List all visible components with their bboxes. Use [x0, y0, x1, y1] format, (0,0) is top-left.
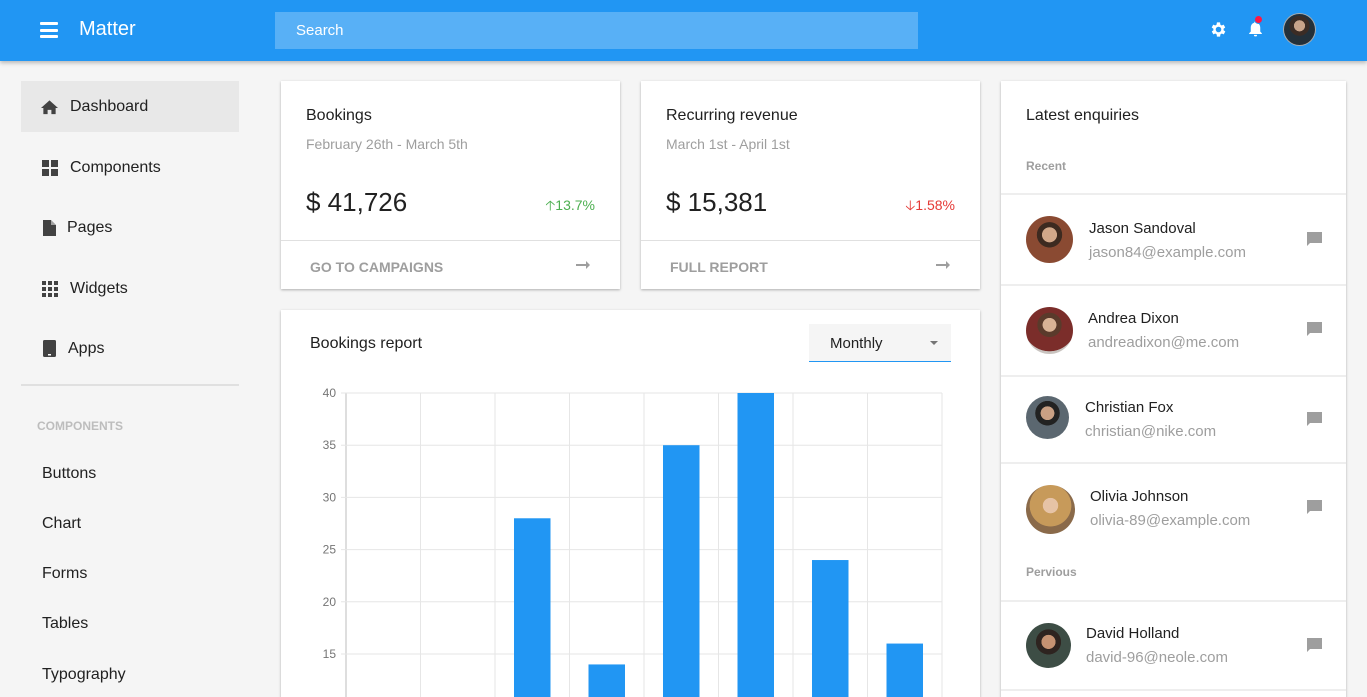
sidebar-divider: [21, 384, 239, 386]
date-range: February 26th - March 5th: [306, 136, 468, 152]
enquiry-item[interactable]: David Holland david-96@neole.com: [1001, 602, 1346, 691]
change-badge: 🡡13.7%: [545, 195, 595, 219]
apps-icon: [41, 280, 58, 297]
period-select-value: Monthly: [830, 335, 883, 352]
avatar: [1026, 307, 1073, 354]
bookings-card: Bookings February 26th - March 5th $ 41,…: [281, 81, 620, 289]
chart-bar: [737, 393, 775, 697]
avatar: [1026, 623, 1071, 668]
message-icon[interactable]: [1307, 638, 1322, 652]
section-label-previous: Pervious: [1026, 565, 1077, 579]
chart-bar: [588, 664, 626, 697]
enquiry-email: christian@nike.com: [1085, 423, 1217, 440]
sidebar-item-label: Apps: [68, 339, 105, 357]
chart-bar: [811, 560, 849, 697]
enquiry-name: Christian Fox: [1085, 399, 1174, 416]
sidebar-item-pages[interactable]: Pages: [21, 202, 239, 253]
sidebar-section-label: COMPONENTS: [37, 419, 124, 433]
y-tick-label: 15: [323, 647, 337, 661]
enquiry-name: Olivia Johnson: [1090, 488, 1189, 505]
enquiry-item[interactable]: Olivia Johnson olivia-89@example.com: [1001, 464, 1346, 604]
y-tick-label: 35: [323, 438, 337, 452]
chevron-down-icon: [930, 341, 938, 345]
file-icon: [41, 219, 58, 236]
change-badge: 🡣1.58%: [905, 195, 955, 219]
latest-enquiries-card: Latest enquiries Recent Jason Sandoval j…: [1001, 81, 1346, 697]
card-footer: GO TO CAMPAIGNS: [281, 240, 620, 289]
recurring-revenue-card: Recurring revenue March 1st - April 1st …: [641, 81, 980, 289]
date-range: March 1st - April 1st: [666, 136, 790, 152]
sidebar-item-label: Components: [70, 158, 161, 176]
stat-value: $ 41,726: [306, 187, 408, 217]
sidebar-item-label: Pages: [67, 218, 113, 236]
bookings-report-card: 15 20 25 30 35 40 Bookings report Monthly: [281, 310, 980, 697]
y-tick-label: 25: [323, 543, 337, 557]
period-select[interactable]: Monthly: [809, 324, 951, 362]
arrow-right-icon[interactable]: [576, 260, 590, 270]
message-icon[interactable]: [1307, 500, 1322, 514]
sidebar-item-components[interactable]: Components: [21, 142, 239, 193]
sidebar-item-chart[interactable]: Chart: [42, 515, 81, 533]
notification-badge: [1254, 15, 1263, 24]
card-title: Recurring revenue: [666, 107, 798, 124]
menu-icon[interactable]: [40, 22, 58, 38]
message-icon[interactable]: [1307, 232, 1322, 246]
divider: [1001, 689, 1346, 691]
chart-bar: [513, 518, 551, 697]
sidebar-item-label: Widgets: [70, 279, 128, 297]
arrow-up-icon: 🡡: [545, 197, 556, 213]
bookings-chart: 15 20 25 30 35 40: [323, 386, 943, 697]
sidebar: Dashboard Components Pages Widgets Apps …: [0, 61, 260, 697]
card-footer: FULL REPORT: [641, 240, 980, 289]
arrow-down-icon: 🡣: [905, 197, 916, 213]
avatar: [1026, 216, 1073, 263]
enquiry-email: andreadixon@me.com: [1088, 334, 1240, 351]
sidebar-item-label: Dashboard: [70, 97, 149, 115]
enquiry-name: David Holland: [1086, 625, 1180, 642]
sidebar-item-tables[interactable]: Tables: [42, 615, 88, 633]
message-icon[interactable]: [1307, 322, 1322, 336]
enquiry-email: jason84@example.com: [1089, 244, 1246, 261]
sidebar-item-forms[interactable]: Forms: [42, 565, 87, 583]
chart-bar: [886, 643, 924, 697]
y-tick-label: 20: [323, 595, 337, 609]
enquiry-email: david-96@neole.com: [1086, 649, 1228, 666]
full-report-link[interactable]: FULL REPORT: [670, 259, 768, 275]
change-value: 13.7%: [555, 197, 595, 213]
sidebar-item-apps[interactable]: Apps: [21, 323, 239, 374]
top-app-bar: Matter: [0, 0, 1367, 61]
stat-value: $ 15,381: [666, 187, 768, 217]
enquiry-name: Jason Sandoval: [1089, 220, 1196, 237]
change-value: 1.58%: [915, 197, 955, 213]
chart-bar: [662, 445, 700, 697]
avatar[interactable]: [1283, 13, 1316, 46]
arrow-right-icon[interactable]: [936, 260, 950, 270]
enquiry-item[interactable]: Christian Fox christian@nike.com: [1001, 377, 1346, 466]
message-icon[interactable]: [1307, 412, 1322, 426]
avatar: [1026, 396, 1069, 439]
sidebar-item-buttons[interactable]: Buttons: [42, 465, 96, 483]
y-tick-label: 40: [323, 386, 337, 400]
home-icon: [41, 98, 58, 115]
enquiry-item[interactable]: Jason Sandoval jason84@example.com: [1001, 195, 1346, 284]
y-tick-label: 30: [323, 490, 337, 504]
enquiry-email: olivia-89@example.com: [1090, 512, 1251, 529]
app-title: Matter: [79, 18, 136, 40]
enquiry-name: Andrea Dixon: [1088, 310, 1179, 327]
grid-icon: [41, 159, 58, 176]
sidebar-item-dashboard[interactable]: Dashboard: [21, 81, 239, 132]
report-title: Bookings report: [310, 335, 423, 352]
go-to-campaigns-link[interactable]: GO TO CAMPAIGNS: [310, 259, 443, 275]
card-title: Latest enquiries: [1026, 107, 1139, 124]
gear-icon[interactable]: [1209, 20, 1228, 39]
sidebar-item-widgets[interactable]: Widgets: [21, 263, 239, 314]
card-title: Bookings: [306, 107, 372, 124]
tablet-icon: [41, 340, 58, 357]
avatar: [1026, 485, 1075, 534]
search-input[interactable]: [275, 12, 918, 49]
section-label-recent: Recent: [1026, 159, 1067, 173]
sidebar-item-typography[interactable]: Typography: [42, 666, 126, 684]
enquiry-item[interactable]: Andrea Dixon andreadixon@me.com: [1001, 286, 1346, 375]
